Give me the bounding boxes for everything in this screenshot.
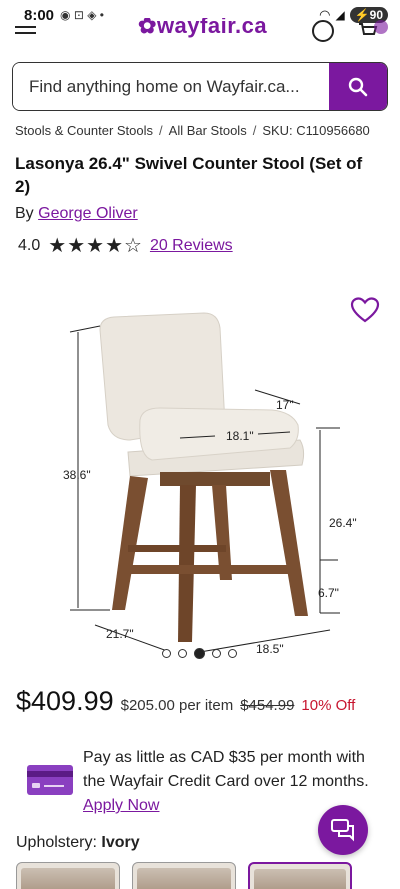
product-title: Lasonya 26.4" Swivel Counter Stool (Set …: [15, 154, 363, 196]
cart-badge: [374, 20, 388, 34]
dimension-label: 38.6": [63, 468, 91, 482]
chat-button[interactable]: [318, 805, 368, 855]
search-input[interactable]: [13, 63, 329, 110]
gallery-pagination: [162, 648, 237, 659]
per-item-price: $205.00 per item: [120, 697, 234, 714]
dimension-label: 21.7": [106, 627, 134, 641]
search-icon: [348, 77, 368, 96]
app-header: ✿wayfair.ca: [0, 18, 400, 46]
breadcrumb-separator: /: [159, 123, 163, 138]
pagination-dot[interactable]: [228, 649, 237, 658]
breadcrumb: Stools & Counter Stools / All Bar Stools…: [15, 123, 370, 138]
dimension-label: 26.4": [329, 516, 357, 530]
reviews-link[interactable]: 20 Reviews: [150, 237, 233, 255]
menu-icon[interactable]: [15, 26, 36, 40]
breadcrumb-item-bar-stools[interactable]: All Bar Stools: [169, 123, 247, 138]
credit-promo-message: Pay as little as CAD $35 per month with …: [83, 749, 369, 790]
pagination-dot[interactable]: [212, 649, 221, 658]
breadcrumb-item-stools[interactable]: Stools & Counter Stools: [15, 123, 153, 138]
search-button[interactable]: [329, 63, 387, 110]
swatch-option[interactable]: [16, 862, 120, 889]
byline-prefix: By: [15, 205, 34, 222]
upholstery-label: Upholstery: Ivory: [16, 834, 140, 852]
price-row: $409.99 $205.00 per item $454.99 10% Off: [16, 686, 355, 717]
dimension-label: 17": [276, 398, 294, 412]
breadcrumb-separator: /: [252, 123, 257, 138]
pagination-dot[interactable]: [194, 648, 205, 659]
search-bar: [12, 62, 388, 111]
discount-badge: 10% Off: [301, 697, 356, 714]
upholstery-value: Ivory: [101, 834, 140, 851]
logo-mark-icon: ✿: [138, 18, 157, 38]
brand-link[interactable]: George Oliver: [38, 205, 138, 222]
chat-icon: [331, 819, 354, 842]
credit-card-icon: [27, 765, 73, 795]
product-image-gallery[interactable]: 38.6" 17" 18.1" 26.4" 6.7" 21.7" 18.5": [0, 280, 400, 672]
dimension-label: 18.5": [256, 642, 284, 656]
rating-value: 4.0: [18, 236, 41, 254]
star-empty-icon: ☆: [124, 235, 142, 257]
star-rating: ★ ★ ★ ★ ☆: [48, 233, 142, 258]
account-icon[interactable]: [312, 20, 334, 42]
rating-row: 4.0 ★ ★ ★ ★ ☆ 20 Reviews: [18, 233, 233, 258]
sale-price: $409.99: [16, 686, 114, 716]
dimension-label: 6.7": [318, 586, 339, 600]
star-filled-icon: ★: [48, 235, 67, 257]
dimension-label: 18.1": [226, 429, 254, 443]
swatch-option-selected[interactable]: [248, 862, 352, 889]
star-filled-icon: ★: [67, 235, 86, 257]
swatch-option[interactable]: [132, 862, 236, 889]
brand-byline: By George Oliver: [15, 205, 138, 223]
pagination-dot[interactable]: [162, 649, 171, 658]
star-filled-icon: ★: [86, 235, 105, 257]
product-image: [69, 312, 340, 653]
sku-label: SKU: C110956680: [262, 123, 370, 138]
pagination-dot[interactable]: [178, 649, 187, 658]
upholstery-swatches: [16, 862, 352, 889]
star-filled-icon: ★: [105, 235, 123, 257]
original-price: $454.99: [240, 697, 295, 714]
upholstery-title: Upholstery:: [16, 834, 97, 851]
wayfair-logo[interactable]: ✿wayfair.ca: [138, 18, 267, 39]
apply-now-link[interactable]: Apply Now: [83, 797, 159, 814]
